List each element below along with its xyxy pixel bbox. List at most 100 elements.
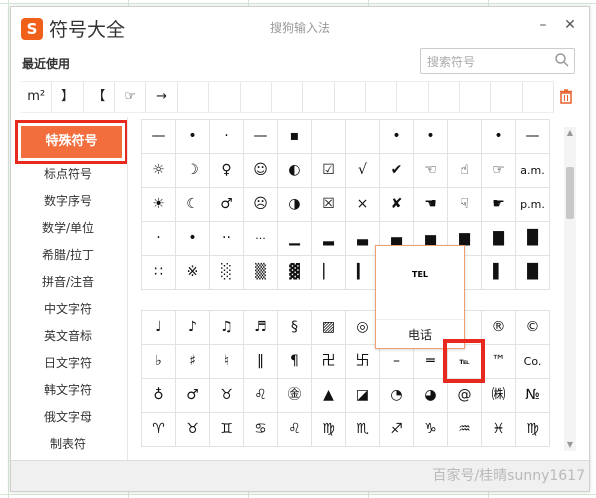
symbol-cell[interactable]: ♐	[380, 413, 414, 447]
symbol-cell[interactable]: ✔	[380, 154, 414, 188]
symbol-cell[interactable]: §	[278, 311, 312, 345]
recent-symbol[interactable]	[366, 82, 398, 112]
symbol-cell[interactable]: ♍	[516, 413, 550, 447]
search-input[interactable]: 搜索符号	[420, 48, 575, 74]
symbol-cell[interactable]: •	[380, 120, 414, 154]
symbol-cell[interactable]: █	[516, 256, 550, 290]
symbol-cell[interactable]: ▲	[312, 379, 346, 413]
symbol-cell[interactable]: ©	[516, 311, 550, 345]
category-item[interactable]: 韩文字符	[11, 381, 125, 398]
recent-symbol[interactable]: →	[146, 82, 178, 112]
symbol-cell[interactable]	[312, 120, 346, 154]
symbol-cell[interactable]: ▁	[278, 222, 312, 256]
category-item[interactable]: 制表符	[11, 435, 125, 452]
symbol-cell[interactable]: ♒	[448, 413, 482, 447]
symbol-cell[interactable]: ·	[142, 222, 176, 256]
symbol-cell[interactable]: 卍	[312, 345, 346, 379]
symbol-cell[interactable]: —	[244, 120, 278, 154]
recent-symbol[interactable]: 【	[84, 82, 116, 112]
scrollbar[interactable]: ▲ ▼	[564, 127, 576, 451]
symbol-cell[interactable]	[346, 120, 380, 154]
symbol-cell[interactable]: ♊	[210, 413, 244, 447]
symbol-cell[interactable]: ㊎	[278, 379, 312, 413]
category-item[interactable]: 俄文字母	[11, 408, 125, 425]
symbol-cell[interactable]: ✘	[380, 188, 414, 222]
symbol-cell[interactable]: ♀	[210, 154, 244, 188]
symbol-cell[interactable]: ♬	[244, 311, 278, 345]
symbol-cell[interactable]: ♋	[244, 413, 278, 447]
symbol-cell[interactable]: ♂	[176, 379, 210, 413]
symbol-cell[interactable]: @	[448, 379, 482, 413]
symbol-cell[interactable]: ☑	[312, 154, 346, 188]
symbol-cell[interactable]: ♯	[176, 345, 210, 379]
recent-symbol[interactable]	[303, 82, 335, 112]
category-item[interactable]: 日文字符	[11, 354, 125, 371]
symbol-cell[interactable]: ♏	[346, 413, 380, 447]
symbol-cell[interactable]: ×	[346, 188, 380, 222]
recent-symbol[interactable]	[209, 82, 241, 112]
category-item[interactable]: 英文音标	[11, 327, 125, 344]
symbol-cell[interactable]: ♁	[142, 379, 176, 413]
symbol-cell[interactable]: ♉	[176, 413, 210, 447]
category-item[interactable]: 中文字符	[11, 300, 125, 317]
symbol-cell[interactable]: ☚	[414, 188, 448, 222]
symbol-cell[interactable]: •	[176, 222, 210, 256]
symbol-cell[interactable]: ☟	[448, 188, 482, 222]
symbol-cell[interactable]: ♌	[278, 413, 312, 447]
symbol-cell[interactable]: ☜	[414, 154, 448, 188]
recent-symbol[interactable]: ☞	[115, 82, 147, 112]
category-item[interactable]: 数字序号	[11, 192, 125, 209]
symbol-cell[interactable]: ☼	[142, 154, 176, 188]
symbol-cell[interactable]: ☺	[244, 154, 278, 188]
symbol-cell[interactable]: 卐	[346, 345, 380, 379]
symbol-cell[interactable]: ◐	[278, 154, 312, 188]
recent-symbol[interactable]	[460, 82, 492, 112]
recent-symbol[interactable]: m²	[21, 82, 53, 112]
symbol-cell[interactable]: √	[346, 154, 380, 188]
symbol-cell[interactable]: ™	[482, 345, 516, 379]
category-item[interactable]: 拼音/注音	[11, 273, 125, 290]
symbol-cell[interactable]: ▨	[312, 311, 346, 345]
symbol-cell[interactable]: ·	[210, 120, 244, 154]
symbol-cell[interactable]: ◔	[380, 379, 414, 413]
symbol-cell[interactable]: ¶	[278, 345, 312, 379]
symbol-cell[interactable]: ☀	[142, 188, 176, 222]
symbol-cell[interactable]: ▏	[312, 256, 346, 290]
symbol-cell[interactable]: ♭	[142, 345, 176, 379]
symbol-cell[interactable]: ☞	[482, 154, 516, 188]
recent-symbol[interactable]	[178, 82, 210, 112]
recent-symbol[interactable]	[491, 82, 523, 112]
symbol-cell[interactable]: ♫	[210, 311, 244, 345]
scrollbar-thumb[interactable]	[566, 167, 574, 219]
symbol-cell[interactable]: ㈱	[482, 379, 516, 413]
category-item[interactable]: 标点符号	[11, 165, 125, 182]
symbol-cell[interactable]: Co.	[516, 345, 550, 379]
symbol-cell[interactable]: ♈	[142, 413, 176, 447]
recent-symbol[interactable]	[272, 82, 304, 112]
symbol-cell[interactable]: –	[380, 345, 414, 379]
symbol-cell[interactable]: ▒	[244, 256, 278, 290]
recent-symbol[interactable]	[523, 82, 555, 112]
symbol-cell[interactable]: •	[414, 120, 448, 154]
symbol-cell[interactable]: ®	[482, 311, 516, 345]
symbol-cell[interactable]: ◑	[278, 188, 312, 222]
symbol-cell[interactable]: —	[142, 120, 176, 154]
symbol-cell[interactable]: ♮	[210, 345, 244, 379]
symbol-cell[interactable]: ‖	[244, 345, 278, 379]
close-button[interactable]: ✕	[562, 17, 578, 33]
symbol-cell[interactable]: №	[516, 379, 550, 413]
recent-symbol[interactable]	[335, 82, 366, 112]
symbol-cell[interactable]: ☝	[448, 154, 482, 188]
symbol-cell[interactable]: ♓	[482, 413, 516, 447]
search-icon[interactable]	[554, 52, 570, 68]
symbol-cell[interactable]: ▌	[482, 256, 516, 290]
symbol-cell[interactable]: ▪	[278, 120, 312, 154]
symbol-cell[interactable]: ※	[176, 256, 210, 290]
trash-icon[interactable]	[558, 88, 574, 104]
category-item[interactable]: 希腊/拉丁	[11, 246, 125, 263]
recent-symbol[interactable]	[429, 82, 461, 112]
symbol-cell[interactable]: ☒	[312, 188, 346, 222]
symbol-cell[interactable]: ♌	[244, 379, 278, 413]
symbol-cell[interactable]: •	[176, 120, 210, 154]
symbol-cell[interactable]: ▇	[482, 222, 516, 256]
